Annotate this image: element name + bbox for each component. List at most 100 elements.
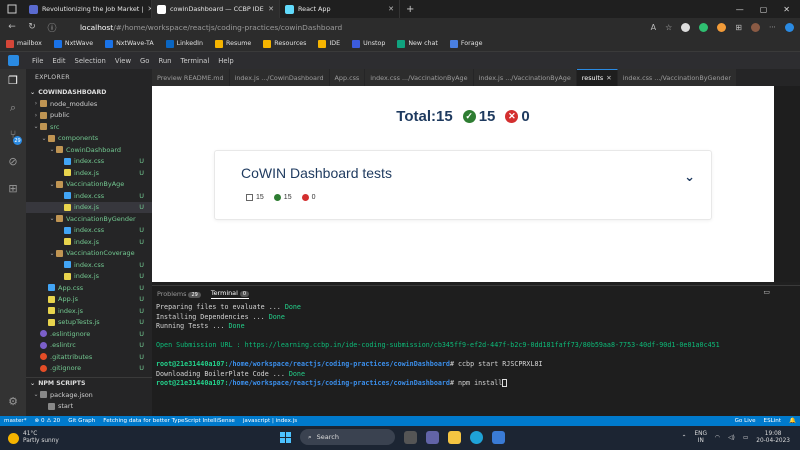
editor-tab[interactable]: index.js .../CowinDashboard xyxy=(229,69,330,86)
tree-item[interactable]: index.css U xyxy=(26,259,152,271)
menu-item-view[interactable]: View xyxy=(115,57,131,65)
status-item[interactable]: 🔔 xyxy=(789,418,796,424)
panel-tab[interactable]: Problems 29 xyxy=(157,290,201,298)
bookmark-item[interactable]: Resources xyxy=(263,39,306,48)
refresh-icon[interactable]: ↻ xyxy=(26,22,38,32)
bookmark-item[interactable]: NxtWave-TA xyxy=(105,39,154,48)
bing-icon[interactable] xyxy=(785,22,794,32)
tree-item[interactable]: setupTests.js U xyxy=(26,317,152,329)
browser-tab[interactable]: React App ✕ xyxy=(280,0,400,18)
collections-icon[interactable]: ⊞ xyxy=(735,23,742,32)
tree-item[interactable]: ⌄ components xyxy=(26,133,152,145)
tree-item[interactable]: App.css U xyxy=(26,282,152,294)
bookmark-item[interactable]: IDE xyxy=(318,39,340,48)
tree-item[interactable]: .gitignore U xyxy=(26,363,152,375)
status-item[interactable]: Git Graph xyxy=(68,418,95,424)
explorer-icon[interactable]: ❐ xyxy=(6,73,20,87)
workspace-root[interactable]: ⌄ COWINDASHBOARD xyxy=(26,86,152,98)
taskbar-search[interactable]: ⌕ Search xyxy=(300,429,395,445)
menu-item-edit[interactable]: Edit xyxy=(52,57,65,65)
run-debug-icon[interactable]: ⊘ xyxy=(6,154,20,168)
expand-chevron-icon[interactable]: ⌄ xyxy=(684,170,695,185)
npm-scripts-header[interactable]: ⌄ NPM SCRIPTS xyxy=(26,377,152,389)
tree-item[interactable]: index.css U xyxy=(26,225,152,237)
read-aloud-icon[interactable]: A xyxy=(651,23,656,32)
bookmark-item[interactable]: Unstop xyxy=(352,39,385,48)
new-tab-button[interactable]: + xyxy=(400,4,420,15)
status-item[interactable]: Go Live xyxy=(735,418,756,424)
status-item[interactable]: Fetching data for better TypeScript Inte… xyxy=(103,418,235,424)
tree-item[interactable]: index.js U xyxy=(26,236,152,248)
tree-item[interactable]: .gitattributes U xyxy=(26,351,152,363)
maximize-panel-icon[interactable]: ▭ xyxy=(763,288,770,296)
menu-item-help[interactable]: Help xyxy=(218,57,234,65)
status-item[interactable]: javascript | index.js xyxy=(243,418,297,424)
info-icon[interactable]: ⓘ xyxy=(46,21,58,34)
minimize-icon[interactable]: — xyxy=(736,5,744,14)
workspaces-icon[interactable] xyxy=(0,0,24,18)
profile-avatar[interactable] xyxy=(751,22,760,32)
chevron-up-icon[interactable]: ⌃ xyxy=(682,435,687,441)
submission-url[interactable]: Open Submission URL : https://learning.c… xyxy=(156,341,771,351)
tree-item[interactable]: index.css U xyxy=(26,190,152,202)
close-tab-icon[interactable]: ✕ xyxy=(606,74,611,82)
tree-item[interactable]: App.js U xyxy=(26,294,152,306)
menu-item-selection[interactable]: Selection xyxy=(75,57,106,65)
clock[interactable]: 19:08 20-04-2023 xyxy=(756,431,790,445)
more-icon[interactable]: ⋯ xyxy=(769,23,776,31)
editor-tab[interactable]: index.js .../VaccinationByAge xyxy=(473,69,577,86)
file-explorer-icon[interactable] xyxy=(448,430,461,444)
favorite-icon[interactable]: ☆ xyxy=(665,23,672,32)
tree-item[interactable]: ⌄ CowinDashboard xyxy=(26,144,152,156)
tree-item[interactable]: index.js U xyxy=(26,305,152,317)
volume-icon[interactable]: ◁) xyxy=(728,435,735,441)
teams-icon[interactable] xyxy=(426,430,439,444)
weather-widget[interactable]: 41°C Partly sunny xyxy=(0,431,120,445)
tree-item[interactable]: index.css U xyxy=(26,156,152,168)
tree-item[interactable]: ⌄ VaccinationByGender xyxy=(26,213,152,225)
editor-tab[interactable]: results ✕ xyxy=(576,69,618,86)
url-field[interactable]: localhost/#/home/workspace/reactjs/codin… xyxy=(80,23,342,32)
tree-item[interactable]: .eslintrc U xyxy=(26,340,152,352)
bookmark-item[interactable]: LinkedIn xyxy=(165,39,203,48)
close-tab-icon[interactable]: ✕ xyxy=(388,5,394,13)
bookmark-item[interactable]: Forage xyxy=(449,39,482,48)
close-window-icon[interactable]: ✕ xyxy=(783,5,790,14)
menu-item-file[interactable]: File xyxy=(32,57,43,65)
status-item[interactable]: ESLint xyxy=(764,418,782,424)
tree-item[interactable]: .eslintignore U xyxy=(26,328,152,340)
close-tab-icon[interactable]: ✕ xyxy=(268,5,274,13)
menu-item-go[interactable]: Go xyxy=(140,57,149,65)
edge-icon[interactable] xyxy=(470,430,483,444)
menu-item-terminal[interactable]: Terminal xyxy=(181,57,210,65)
tree-item[interactable]: index.js U xyxy=(26,167,152,179)
status-item[interactable]: ⊗ 0 ⚠ 20 xyxy=(35,418,61,424)
extensions-icon[interactable]: ⊞ xyxy=(6,181,20,195)
editor-tab[interactable]: index.css .../VaccinationByGender xyxy=(617,69,738,86)
tree-item[interactable]: ⌄ src xyxy=(26,121,152,133)
status-item[interactable]: master* xyxy=(4,418,27,424)
editor-tab[interactable]: Preview README.md xyxy=(152,69,230,86)
panel-tab[interactable]: Terminal 0 xyxy=(210,289,250,299)
tree-item[interactable]: ⌄ VaccinationByAge xyxy=(26,179,152,191)
npm-item[interactable]: ⌄ package.json xyxy=(26,389,152,401)
task-view-icon[interactable] xyxy=(404,430,417,444)
terminal-output[interactable]: Preparing files to evaluate ... Done Inst… xyxy=(156,303,771,389)
bookmark-item[interactable]: NxtWave xyxy=(53,39,93,48)
extension-green-icon[interactable] xyxy=(699,22,709,32)
language-indicator[interactable]: ENG IN xyxy=(695,431,708,445)
wifi-icon[interactable]: ◠ xyxy=(715,435,720,441)
settings-gear-icon[interactable]: ⚙ xyxy=(6,394,20,408)
bookmark-item[interactable]: New chat xyxy=(397,39,438,48)
store-icon[interactable] xyxy=(492,430,505,444)
extension-orange-icon[interactable] xyxy=(717,22,727,32)
editor-tab[interactable]: App.css xyxy=(329,69,366,86)
bookmark-item[interactable]: mailbox xyxy=(6,39,42,48)
battery-icon[interactable]: ▭ xyxy=(743,435,748,441)
search-icon[interactable]: ⌕ xyxy=(6,101,20,115)
menu-item-run[interactable]: Run xyxy=(158,57,171,65)
tree-item[interactable]: ⌄ VaccinationCoverage xyxy=(26,248,152,260)
shield-icon[interactable] xyxy=(681,22,691,32)
tree-item[interactable]: index.js U xyxy=(26,201,152,213)
browser-tab[interactable]: cowinDashboard — CCBP IDE ✕ xyxy=(152,0,280,18)
